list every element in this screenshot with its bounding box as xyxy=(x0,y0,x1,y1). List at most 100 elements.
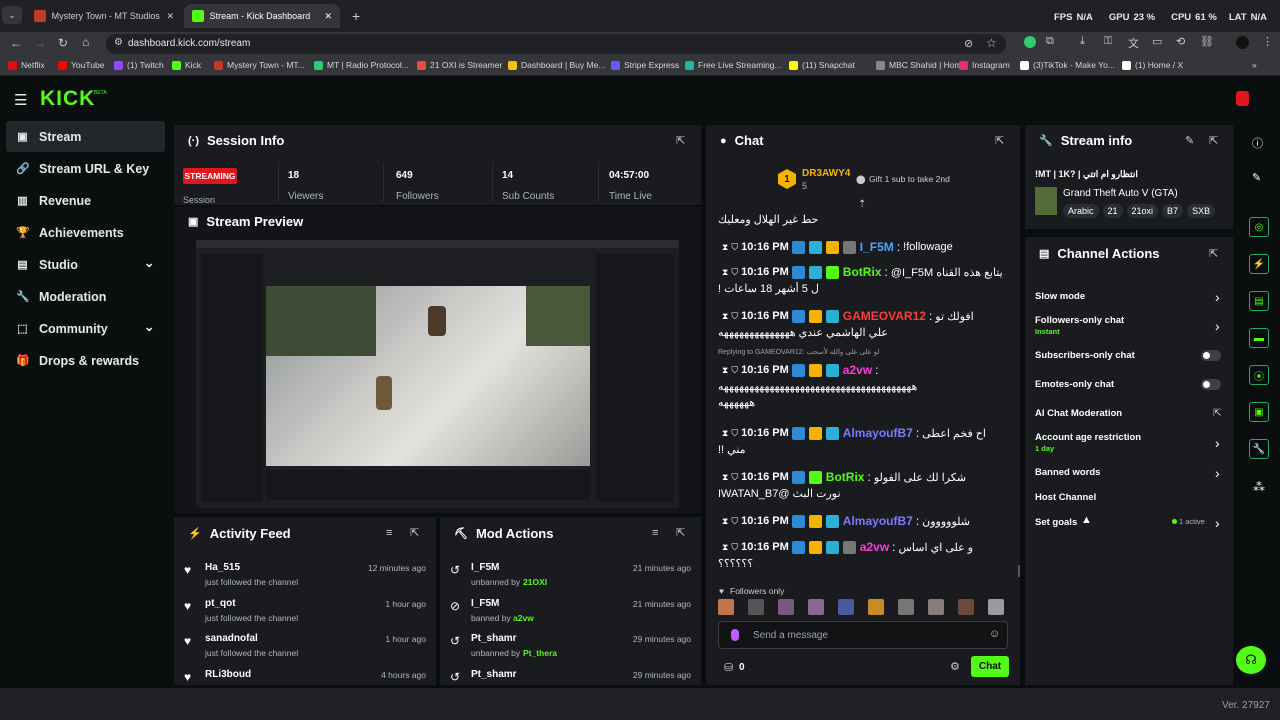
follower-emote-icon[interactable] xyxy=(778,599,794,615)
shield-icon[interactable]: ⛉ xyxy=(731,428,738,439)
channel-action-banned-words[interactable]: Banned words › xyxy=(1035,466,1225,489)
bookmark-item[interactable]: (11) Snapchat xyxy=(789,60,855,70)
sidebar-item-stream-url-key[interactable]: 🔗 Stream URL & Key xyxy=(6,153,165,184)
channel-action-host-channel[interactable]: Host Channel xyxy=(1035,492,1225,514)
activity-item[interactable]: ♥ pt_qot just followed the channel 1 hour a… xyxy=(174,597,436,631)
follower-emote-icon[interactable] xyxy=(868,599,884,615)
mod-action-item[interactable]: ⊘ I_F5M banned by a2vw 21 minutes ago xyxy=(440,597,701,631)
sidebar-item-drops-rewards[interactable]: 🎁 Drops & rewards xyxy=(6,345,165,376)
channel-action-ai-chat-moderation[interactable]: AI Chat Moderation ⇱ xyxy=(1035,408,1225,430)
shield-icon[interactable]: ⛉ xyxy=(731,267,738,278)
channel-action-account-age-restriction[interactable]: Account age restriction 1 day › xyxy=(1035,432,1225,454)
chevron-right-icon[interactable]: › xyxy=(1215,466,1220,480)
shield-icon[interactable]: ⛉ xyxy=(731,311,738,322)
forward-icon[interactable]: → xyxy=(34,36,46,50)
tab-mystery-town[interactable]: Mystery Town - MT Studios | M ✕ xyxy=(26,4,182,28)
channel-action-set-goals[interactable]: Set goals 1 active › xyxy=(1035,516,1225,539)
chat-username[interactable]: AlmayoufB7 xyxy=(843,514,913,528)
kick-logo[interactable]: KICK xyxy=(40,87,95,111)
top-gifter-name[interactable]: DR3AWY4 xyxy=(802,168,850,179)
sidebar-item-studio[interactable]: ▤ Studio ⌄ xyxy=(6,249,165,280)
sidebar-item-achievements[interactable]: 🏆 Achievements xyxy=(6,217,165,248)
chat-message[interactable]: ⧗ ⛉ 10:16 PM a2vw: و على اي اساس ؟؟؟؟؟؟ xyxy=(718,540,1008,570)
stream-category[interactable]: Grand Theft Auto V (GTA) xyxy=(1063,188,1178,199)
chat-input[interactable]: Send a message ☺ xyxy=(718,621,1008,649)
rail-channel-icon[interactable]: ▣ xyxy=(1249,402,1269,422)
stream-tag[interactable]: B7 xyxy=(1162,204,1184,218)
chevron-right-icon[interactable]: › xyxy=(1215,436,1220,450)
translate-icon[interactable]: 文 xyxy=(1128,35,1139,51)
home-icon[interactable]: ⌂ xyxy=(82,35,89,49)
bookmark-item[interactable]: Dashboard | Buy Me... xyxy=(508,60,605,70)
sidebar-item-community[interactable]: ⬚ Community ⌄ xyxy=(6,313,165,344)
stream-tag[interactable]: SXB xyxy=(1187,204,1216,218)
emote-picker-icon[interactable]: ☺ xyxy=(989,628,1000,640)
bookmark-item[interactable]: Kick xyxy=(172,60,201,70)
user-avatar[interactable] xyxy=(1236,91,1249,106)
bookmark-item[interactable]: YouTube xyxy=(58,60,104,70)
close-icon[interactable]: ✕ xyxy=(166,11,174,22)
bookmark-item[interactable]: (3)TikTok - Make Yo... xyxy=(1020,60,1115,70)
mod-target-user[interactable]: Pt_shamr xyxy=(471,669,517,680)
star-icon[interactable]: ☆ xyxy=(986,36,997,50)
popout-icon[interactable]: ⇱ xyxy=(410,526,419,539)
chevron-down-icon[interactable]: ⌄ xyxy=(144,319,154,334)
close-icon[interactable]: ✕ xyxy=(324,11,332,22)
follower-emote-icon[interactable] xyxy=(718,599,734,615)
sidebar-item-revenue[interactable]: ▥ Revenue xyxy=(6,185,165,216)
mod-target-user[interactable]: Pt_shamr xyxy=(471,633,517,644)
activity-item[interactable]: ♥ Ha_515 just followed the channel 12 minut… xyxy=(174,561,436,595)
edit-pencil-icon[interactable]: ✎ xyxy=(1185,134,1194,147)
chevron-right-icon[interactable]: › xyxy=(1215,516,1220,530)
chat-scrollbar[interactable] xyxy=(1018,565,1020,577)
rail-lightning-icon[interactable]: ⚡ xyxy=(1249,254,1269,274)
rail-clipboard-icon[interactable]: ▤ xyxy=(1249,291,1269,311)
channel-action-followers-only-chat[interactable]: Followers-only chat Instant › xyxy=(1035,315,1225,337)
rail-camera-icon[interactable]: ◎ xyxy=(1249,217,1269,237)
chat-message[interactable]: ⧗ ⛉ 10:16 PM GAMEOVAR12: افولك تو علي الهاشمي… xyxy=(718,309,1008,339)
stream-tag[interactable]: Arabic xyxy=(1063,204,1099,218)
site-info-icon[interactable]: ⚙ xyxy=(114,37,123,48)
popout-icon[interactable]: ⇱ xyxy=(676,134,685,147)
bookmark-item[interactable]: Mystery Town - MT... xyxy=(214,60,305,70)
channel-action-emotes-only-chat[interactable]: Emotes-only chat xyxy=(1035,379,1225,401)
history-icon[interactable]: ⟲ xyxy=(1176,35,1185,48)
activity-user[interactable]: sanadnofal xyxy=(205,633,258,644)
key-icon[interactable]: ⚿ xyxy=(1104,35,1112,48)
chat-username[interactable]: BotRix xyxy=(843,265,882,279)
moderator-name[interactable]: 21OXI xyxy=(523,577,547,587)
hourglass-icon[interactable]: ⧗ xyxy=(722,428,728,439)
more-bookmarks-icon[interactable]: » xyxy=(1252,60,1257,70)
moderator-name[interactable]: Pt_thera xyxy=(523,648,557,658)
activity-user[interactable]: Ha_515 xyxy=(205,562,240,573)
chat-username[interactable]: a2vw xyxy=(843,363,872,377)
chevron-right-icon[interactable]: › xyxy=(1215,290,1220,304)
rail-wrench-icon[interactable]: 🔧 xyxy=(1249,439,1269,459)
stream-tag[interactable]: 21 xyxy=(1102,204,1123,218)
tab-kick-dashboard[interactable]: Stream - Kick Dashboard ✕ xyxy=(184,4,340,28)
activity-user[interactable]: pt_qot xyxy=(205,598,236,609)
hourglass-icon[interactable]: ⧗ xyxy=(722,542,728,553)
chat-message[interactable]: ⧗ ⛉ 10:16 PM BotRix: شكرا لك على الفولو نورت … xyxy=(718,470,1008,500)
eye-off-icon[interactable]: ⊘ xyxy=(964,37,973,50)
activity-item[interactable]: ♥ sanadnofal just followed the channel 1 ho… xyxy=(174,632,436,666)
profile-avatar[interactable] xyxy=(1236,36,1249,49)
bookmark-item[interactable]: 21 OXI is Streamer xyxy=(417,60,502,70)
back-icon[interactable]: ← xyxy=(10,36,22,50)
collapse-icon[interactable]: ⇡ xyxy=(858,199,866,210)
popout-icon[interactable]: ⇱ xyxy=(1209,134,1218,147)
bookmark-item[interactable]: (1) Home / X xyxy=(1122,60,1183,70)
mod-action-item[interactable]: ↺ I_F5M unbanned by 21OXI 21 minutes ago xyxy=(440,561,701,595)
chat-username[interactable]: AlmayoufB7 xyxy=(843,426,913,440)
card-icon[interactable]: ▭ xyxy=(1152,35,1162,48)
follower-emote-icon[interactable] xyxy=(898,599,914,615)
bookmark-item[interactable]: (1) Twitch xyxy=(114,60,164,70)
mod-target-user[interactable]: I_F5M xyxy=(471,598,499,609)
menu-dots-icon[interactable]: ⋮ xyxy=(1262,35,1273,48)
chat-username[interactable]: I_F5M xyxy=(860,240,894,254)
channel-action-slow-mode[interactable]: Slow mode › xyxy=(1035,290,1225,313)
follower-emote-icon[interactable] xyxy=(928,599,944,615)
channel-action-subscribers-only-chat[interactable]: Subscribers-only chat xyxy=(1035,350,1225,372)
rail-apps-icon[interactable]: ⁂ xyxy=(1253,480,1265,494)
shield-icon[interactable]: ⛉ xyxy=(731,472,738,483)
